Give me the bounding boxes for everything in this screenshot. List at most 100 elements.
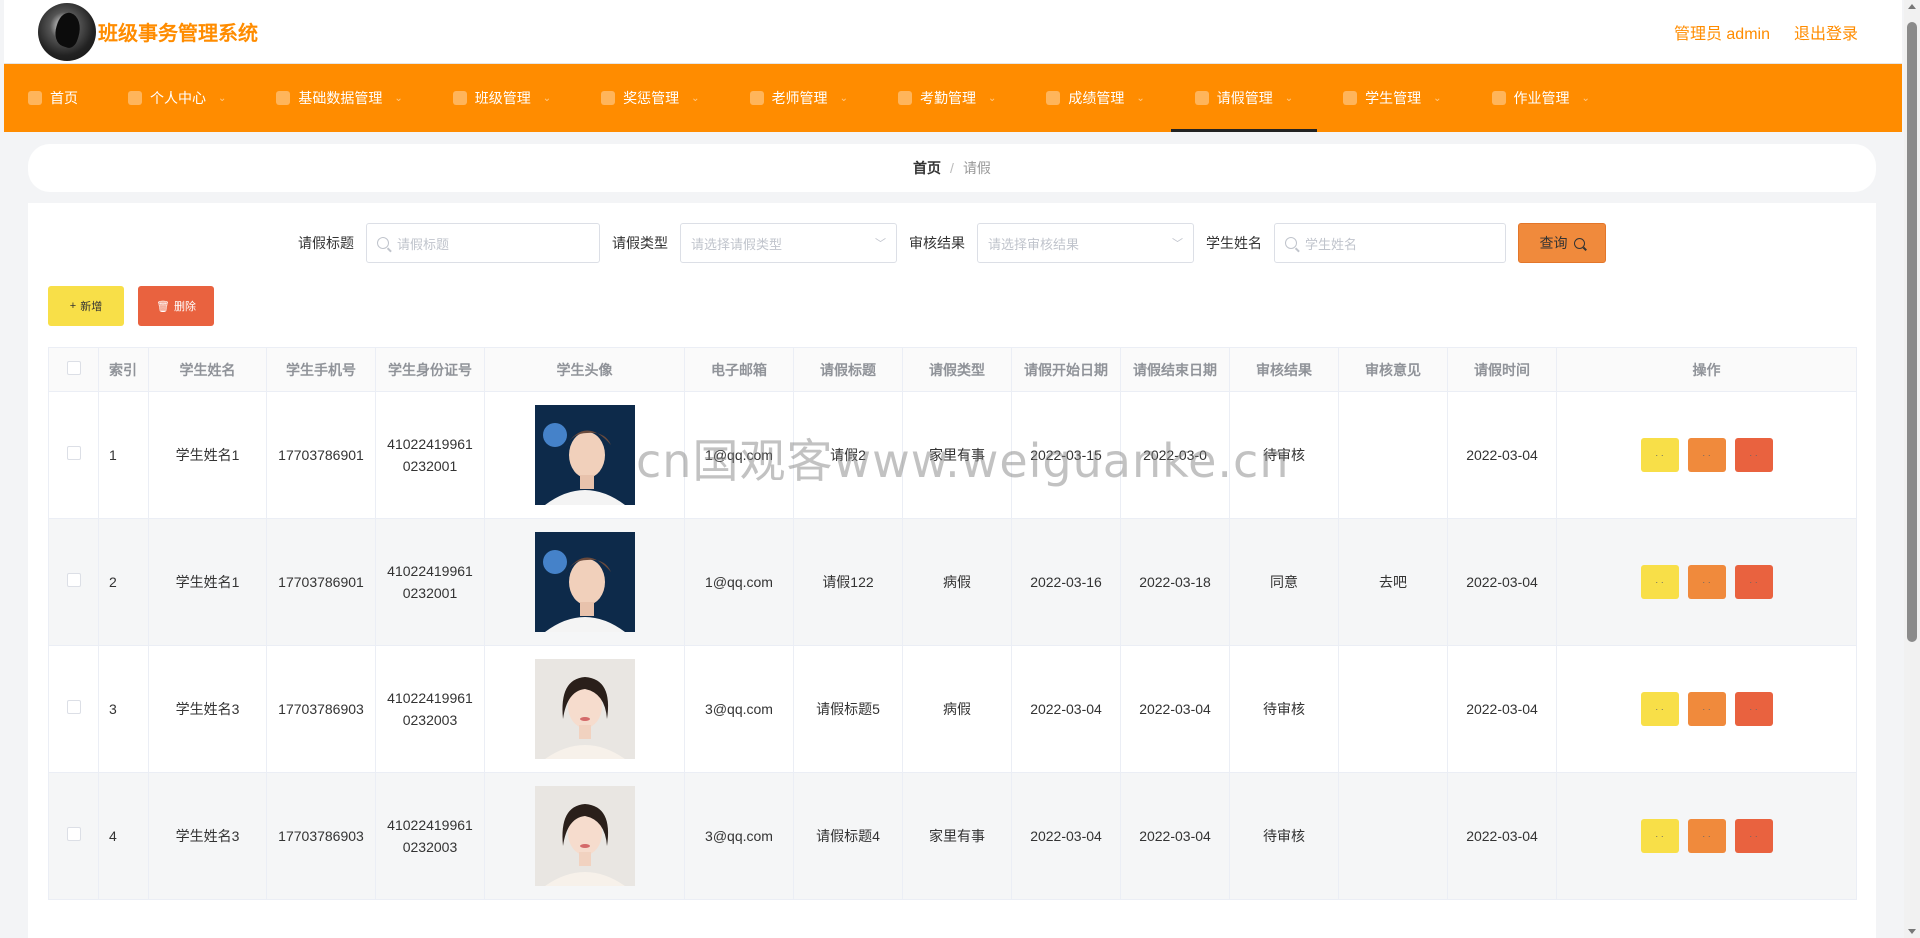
row-checkbox[interactable] bbox=[66, 573, 81, 587]
scrollbar-thumb[interactable] bbox=[1907, 22, 1917, 642]
start-cell: 2022-03-04 bbox=[1011, 772, 1121, 900]
row-delete-button[interactable]: · · bbox=[1734, 438, 1773, 472]
title-search-input[interactable]: 请假标题 bbox=[366, 223, 600, 263]
bar-chart-icon bbox=[1491, 91, 1506, 105]
student-avatar-image bbox=[534, 405, 635, 505]
row-checkbox[interactable] bbox=[66, 700, 81, 714]
column-header: 学生手机号 bbox=[266, 347, 376, 392]
row-checkbox[interactable] bbox=[66, 827, 81, 841]
nav-item-2[interactable]: 基础数据管理 ⌄ bbox=[276, 64, 418, 132]
gauge-icon bbox=[276, 91, 291, 105]
nav-item-8[interactable]: 请假管理 ⌄ bbox=[1170, 64, 1318, 132]
row-checkbox[interactable] bbox=[66, 446, 81, 460]
time-cell: 2022-03-04 bbox=[1447, 772, 1557, 900]
avatar-cell bbox=[484, 645, 685, 773]
view-button[interactable]: · · bbox=[1640, 438, 1679, 472]
main-nav: 首页 个人中心 ⌄ 基础数据管理 ⌄ 班级管理 ⌄ 奖惩管理 ⌄ 老师管理 ⌄ 考勤管理 ⌄ 成绩管理 ⌄ 请… bbox=[4, 64, 1902, 132]
name-search-placeholder: 学生姓名 bbox=[1305, 236, 1358, 252]
table-row: 3 学生姓名3 17703786903 410224199610232003 3@qq.… bbox=[48, 645, 1857, 773]
row-delete-button[interactable]: · · bbox=[1734, 819, 1773, 853]
nav-item-6[interactable]: 考勤管理 ⌄ bbox=[897, 64, 1012, 132]
title-cell: 请假122 bbox=[793, 518, 903, 646]
admin-user-link[interactable]: 管理员 admin bbox=[1674, 20, 1770, 44]
nav-item-3[interactable]: 班级管理 ⌄ bbox=[452, 64, 567, 132]
nav-item-5[interactable]: 老师管理 ⌄ bbox=[749, 64, 864, 132]
top-header: 班级事务管理系统 管理员 admin 退出登录 bbox=[4, 0, 1902, 64]
result-filter-label: 审核结果 bbox=[909, 235, 965, 251]
nav-item-9[interactable]: 学生管理 ⌄ bbox=[1343, 64, 1457, 132]
logo-image bbox=[38, 2, 96, 61]
edit-button[interactable]: · · bbox=[1687, 692, 1726, 726]
opinion-cell bbox=[1338, 391, 1448, 519]
edit-button[interactable]: · · bbox=[1687, 819, 1726, 853]
column-header: 审核结果 bbox=[1229, 347, 1339, 392]
id-card-cell: 410224199610232003 bbox=[375, 645, 485, 773]
page-scrollbar[interactable] bbox=[1904, 0, 1920, 938]
table-row: 4 学生姓名3 17703786903 410224199610232003 3@qq.… bbox=[48, 772, 1857, 900]
avatar-cell bbox=[484, 772, 685, 900]
chevron-down-icon: ⌄ bbox=[691, 92, 700, 104]
nav-item-4[interactable]: 奖惩管理 ⌄ bbox=[601, 64, 715, 132]
nav-item-1[interactable]: 个人中心 ⌄ bbox=[128, 64, 242, 132]
plus-icon: + bbox=[69, 300, 77, 312]
trash-icon: 🗑 bbox=[156, 300, 170, 313]
nav-item-label: 考勤管理 bbox=[919, 90, 976, 106]
end-cell: 2022-03-04 bbox=[1120, 772, 1230, 900]
id-card-cell: 410224199610232001 bbox=[375, 391, 485, 519]
type-cell: 病假 bbox=[902, 645, 1012, 773]
nav-item-10[interactable]: 作业管理 ⌄ bbox=[1491, 64, 1606, 132]
operations-cell: · · · · · · bbox=[1556, 772, 1857, 900]
table-row: 2 学生姓名1 17703786901 410224199610232001 1@qq.… bbox=[48, 518, 1857, 646]
row-delete-button[interactable]: · · bbox=[1734, 565, 1773, 599]
chevron-down-icon: ⌄ bbox=[394, 92, 403, 104]
nav-item-0[interactable]: 首页 bbox=[28, 64, 94, 132]
user-area: 管理员 admin 退出登录 bbox=[1674, 20, 1858, 44]
time-cell: 2022-03-04 bbox=[1447, 645, 1557, 773]
row-select-cell bbox=[48, 391, 99, 519]
view-button[interactable]: · · bbox=[1640, 565, 1679, 599]
view-button[interactable]: · · bbox=[1640, 692, 1679, 726]
phone-cell: 17703786901 bbox=[266, 391, 376, 519]
opinion-cell: 去吧 bbox=[1338, 518, 1448, 646]
row-actions: · · · · · · bbox=[1567, 438, 1846, 472]
student-avatar-image bbox=[534, 786, 635, 886]
clock-icon bbox=[749, 91, 764, 105]
type-cell: 病假 bbox=[902, 518, 1012, 646]
id-card-cell: 410224199610232003 bbox=[375, 772, 485, 900]
nav-item-7[interactable]: 成绩管理 ⌄ bbox=[1046, 64, 1160, 132]
row-delete-button[interactable]: · · bbox=[1734, 692, 1773, 726]
app-title: 班级事务管理系统 bbox=[98, 23, 258, 45]
time-cell: 2022-03-04 bbox=[1447, 391, 1557, 519]
operations-cell: · · · · · · bbox=[1556, 391, 1857, 519]
select-all-checkbox[interactable] bbox=[66, 361, 81, 375]
chevron-down-icon: ⌄ bbox=[1433, 92, 1442, 104]
query-button[interactable]: 查询 bbox=[1518, 223, 1606, 263]
chevron-down-icon: ⌄ bbox=[1136, 92, 1145, 104]
view-button[interactable]: · · bbox=[1640, 819, 1679, 853]
type-select[interactable]: 请选择请假类型 ﹀ bbox=[680, 223, 897, 263]
name-search-input[interactable]: 学生姓名 bbox=[1274, 223, 1506, 263]
title-filter-label: 请假标题 bbox=[298, 235, 354, 251]
award-icon bbox=[601, 91, 616, 105]
edit-button[interactable]: · · bbox=[1687, 438, 1726, 472]
scroll-down-arrow-icon[interactable] bbox=[1908, 929, 1916, 934]
operations-cell: · · · · · · bbox=[1556, 645, 1857, 773]
email-cell: 3@qq.com bbox=[684, 772, 794, 900]
search-icon bbox=[377, 237, 389, 249]
content-panel: 请假标题 请假标题 请假类型 请选择请假类型 ﹀ 审核结果 请选择审核结果 ﹀ … bbox=[28, 203, 1876, 938]
nav-item-label: 个人中心 bbox=[150, 90, 206, 106]
breadcrumb-home[interactable]: 首页 bbox=[913, 158, 941, 178]
add-button[interactable]: + 新增 bbox=[48, 286, 124, 326]
title-search-placeholder: 请假标题 bbox=[397, 236, 450, 252]
logout-link[interactable]: 退出登录 bbox=[1794, 20, 1858, 44]
delete-button[interactable]: 🗑 删除 bbox=[138, 286, 214, 326]
edit-button[interactable]: · · bbox=[1687, 565, 1726, 599]
column-header: 学生头像 bbox=[484, 347, 685, 392]
end-cell: 2022-03-04 bbox=[1120, 645, 1230, 773]
nav-item-label: 学生管理 bbox=[1365, 90, 1422, 106]
chevron-down-icon: ⌄ bbox=[987, 92, 997, 104]
scroll-up-arrow-icon[interactable] bbox=[1908, 4, 1916, 9]
result-select[interactable]: 请选择审核结果 ﹀ bbox=[977, 223, 1194, 263]
name-cell: 学生姓名1 bbox=[148, 518, 267, 646]
column-header: 学生身份证号 bbox=[375, 347, 485, 392]
